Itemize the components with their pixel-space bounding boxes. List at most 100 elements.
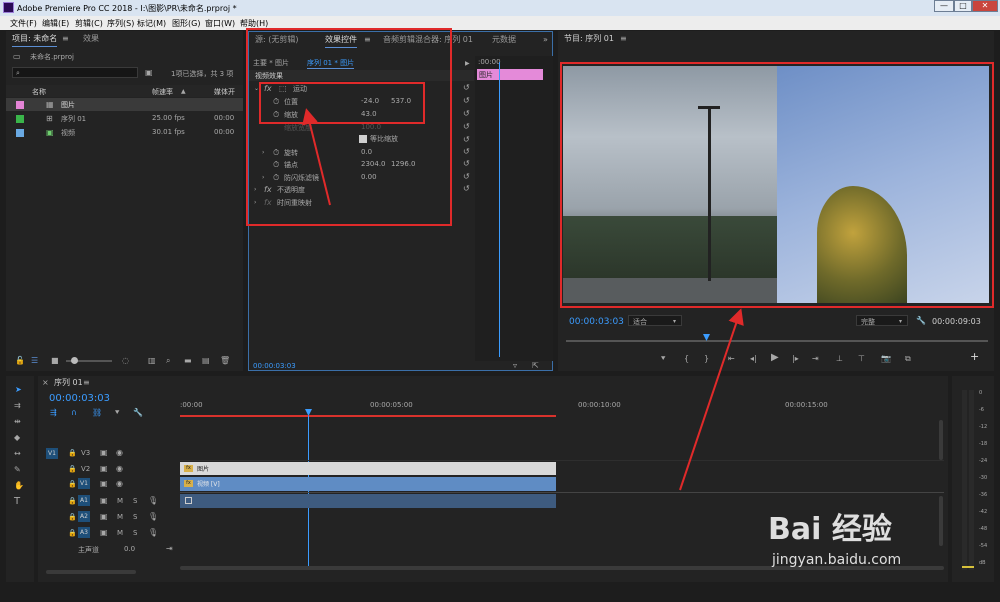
tab-metadata[interactable]: 元数据 bbox=[492, 34, 516, 48]
panel-menu-icon[interactable]: ≡ bbox=[83, 379, 90, 387]
menu-sequence[interactable]: 序列(S) bbox=[107, 18, 134, 29]
effect-mini-timeline[interactable]: :00:00 图片 bbox=[475, 56, 553, 361]
column-media-start[interactable]: 媒体开 bbox=[214, 87, 235, 97]
track-select-tool-icon[interactable]: ⇉ bbox=[14, 402, 21, 410]
zoom-slider-handle[interactable] bbox=[71, 357, 78, 364]
slip-tool-icon[interactable]: ↔ bbox=[14, 450, 21, 458]
track-target-a1[interactable]: A1 bbox=[78, 495, 90, 506]
tab-project[interactable]: 项目: 未命名 bbox=[12, 33, 58, 47]
go-to-end-icon[interactable]: ⇥ bbox=[166, 545, 173, 553]
microphone-icon[interactable]: 🎙 bbox=[148, 529, 158, 537]
find-icon[interactable]: ⌕ bbox=[166, 357, 170, 365]
pen-tool-icon[interactable]: ✎ bbox=[14, 466, 21, 474]
close-tab-icon[interactable]: × bbox=[42, 379, 49, 387]
sync-lock-icon[interactable]: ▣ bbox=[100, 497, 108, 505]
comparison-view-icon[interactable]: ⧉ bbox=[905, 355, 911, 363]
reset-icon[interactable]: ↺ bbox=[463, 173, 470, 181]
list-item[interactable]: ▣ 视频 30.01 fps 00:00 bbox=[6, 126, 243, 139]
menu-clip[interactable]: 剪辑(C) bbox=[75, 18, 103, 29]
lock-icon[interactable]: 🔒 bbox=[68, 497, 77, 505]
mini-clip[interactable]: 图片 bbox=[477, 69, 543, 80]
program-timecode[interactable]: 00:00:03:03 bbox=[569, 317, 624, 327]
nest-icon[interactable]: ⇶ bbox=[50, 409, 57, 417]
reset-icon[interactable]: ↺ bbox=[463, 160, 470, 168]
add-button-icon[interactable]: + bbox=[970, 351, 979, 362]
tab-sequence[interactable]: 序列 01 bbox=[54, 377, 83, 391]
mini-playhead[interactable] bbox=[499, 62, 500, 357]
filter-icon[interactable]: ▿ bbox=[513, 362, 517, 370]
microphone-icon[interactable]: 🎙 bbox=[148, 497, 158, 505]
ripple-edit-tool-icon[interactable]: ⇹ bbox=[14, 418, 21, 426]
solo-button[interactable]: S bbox=[133, 513, 137, 521]
step-back-icon[interactable]: ◂| bbox=[750, 355, 757, 363]
reset-icon[interactable]: ↺ bbox=[463, 97, 470, 105]
new-item-icon[interactable]: ▤ bbox=[202, 357, 210, 365]
maximize-button[interactable]: □ bbox=[954, 0, 972, 12]
snap-icon[interactable]: ∩ bbox=[71, 409, 77, 417]
reset-icon[interactable]: ↺ bbox=[463, 148, 470, 156]
reset-icon[interactable]: ↺ bbox=[463, 136, 470, 144]
sync-lock-icon[interactable]: ▣ bbox=[100, 480, 108, 488]
mute-button[interactable]: M bbox=[117, 497, 123, 505]
reset-icon[interactable]: ↺ bbox=[463, 84, 470, 92]
new-bin-button-icon[interactable]: ▬ bbox=[184, 357, 192, 365]
mark-in-icon[interactable]: { bbox=[684, 355, 689, 363]
sync-lock-icon[interactable]: ▣ bbox=[100, 529, 108, 537]
menu-edit[interactable]: 编辑(E) bbox=[42, 18, 69, 29]
eye-icon[interactable]: ◉ bbox=[116, 449, 123, 457]
icon-view-icon[interactable]: ■ bbox=[51, 357, 59, 365]
play-icon[interactable]: ▶ bbox=[771, 353, 779, 363]
sync-lock-icon[interactable]: ▣ bbox=[100, 449, 108, 457]
column-framerate[interactable]: 帧速率 bbox=[152, 87, 173, 97]
go-to-in-icon[interactable]: ⇤ bbox=[728, 355, 735, 363]
mark-out-icon[interactable]: } bbox=[704, 355, 709, 363]
timeline-timecode[interactable]: 00:00:03:03 bbox=[49, 393, 110, 404]
export-icon[interactable]: ⇱ bbox=[532, 362, 539, 370]
selection-tool-icon[interactable]: ➤ bbox=[15, 386, 22, 394]
fit-dropdown[interactable]: 适合 ▾ bbox=[628, 315, 682, 326]
lock-icon[interactable]: 🔒 bbox=[68, 449, 77, 457]
master-track-volume[interactable]: 0.0 bbox=[124, 545, 135, 553]
track-target-a3[interactable]: A3 bbox=[78, 527, 90, 538]
sync-lock-icon[interactable]: ▣ bbox=[100, 513, 108, 521]
lock-icon[interactable]: 🔒 bbox=[68, 513, 77, 521]
hand-tool-icon[interactable]: ✋ bbox=[14, 482, 24, 490]
tab-program[interactable]: 节目: 序列 01 bbox=[564, 33, 614, 47]
lock-icon[interactable]: 🔒 bbox=[68, 465, 77, 473]
timeline-ruler[interactable]: :00:00 00:00:05:00 00:00:10:00 00:00:15:… bbox=[180, 398, 944, 417]
effect-controls-timecode[interactable]: 00:00:03:03 bbox=[253, 362, 296, 370]
step-forward-icon[interactable]: |▸ bbox=[792, 355, 799, 363]
mute-button[interactable]: M bbox=[117, 513, 123, 521]
timeline-settings-icon[interactable]: 🔧 bbox=[133, 409, 143, 417]
linked-selection-icon[interactable]: ⛓ bbox=[92, 409, 102, 417]
trash-icon[interactable]: 🗑 bbox=[220, 357, 230, 365]
type-tool-icon[interactable]: T bbox=[14, 497, 20, 507]
lift-icon[interactable]: ⊥ bbox=[836, 355, 843, 363]
sort-ascending-icon[interactable]: ▲ bbox=[181, 88, 186, 96]
go-to-out-icon[interactable]: ⇥ bbox=[812, 355, 819, 363]
lock-icon[interactable]: 🔒 bbox=[68, 529, 77, 537]
eye-icon[interactable]: ◉ bbox=[116, 465, 123, 473]
lock-icon[interactable]: 🔒 bbox=[68, 480, 77, 488]
menu-window[interactable]: 窗口(W) bbox=[205, 18, 235, 29]
quality-dropdown[interactable]: 完整 ▾ bbox=[856, 315, 908, 326]
menu-marker[interactable]: 标记(M) bbox=[137, 18, 166, 29]
play-triangle-icon[interactable]: ▶ bbox=[465, 60, 470, 68]
timeline-clip-video[interactable]: fx 视频 [V] bbox=[180, 477, 556, 491]
timeline-clip-image[interactable]: fx 图片 bbox=[180, 462, 556, 475]
solo-button[interactable]: S bbox=[133, 529, 137, 537]
program-scrub-bar[interactable] bbox=[566, 340, 988, 342]
eye-icon[interactable]: ◉ bbox=[116, 480, 123, 488]
menu-file[interactable]: 文件(F) bbox=[10, 18, 37, 29]
timeline-clip-audio[interactable] bbox=[180, 494, 556, 508]
extract-icon[interactable]: ⊤ bbox=[858, 355, 865, 363]
sync-lock-icon[interactable]: ▣ bbox=[100, 465, 108, 473]
reset-icon[interactable]: ↺ bbox=[463, 110, 470, 118]
add-marker-icon[interactable]: ⯆ bbox=[660, 355, 666, 363]
list-view-icon[interactable]: ☰ bbox=[31, 357, 38, 365]
track-target-a2[interactable]: A2 bbox=[78, 511, 90, 522]
sort-icon[interactable]: ◌ bbox=[122, 357, 129, 365]
search-input[interactable]: ⌕ bbox=[12, 67, 138, 78]
new-bin-icon[interactable]: ▣ bbox=[145, 69, 153, 77]
reset-icon[interactable]: ↺ bbox=[463, 123, 470, 131]
